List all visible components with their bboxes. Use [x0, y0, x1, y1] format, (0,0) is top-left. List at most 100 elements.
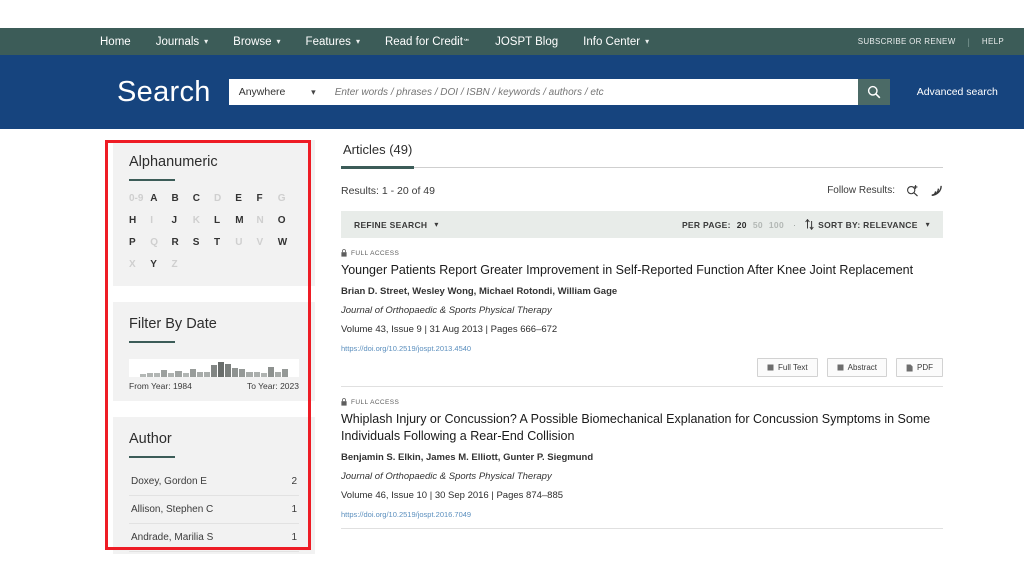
results-summary-row: Results: 1 - 20 of 49 Follow Results:	[341, 184, 943, 197]
alpha-link-y[interactable]: Y	[150, 259, 171, 270]
article-title-link[interactable]: Younger Patients Report Greater Improvem…	[341, 262, 943, 279]
facet-author: Author Doxey, Gordon E 2 Allison, Stephe…	[113, 417, 315, 576]
refine-options: PER PAGE: 20 50 100 · SORT BY: RELEVANCE	[682, 219, 930, 230]
date-slider-handle-left[interactable]	[129, 359, 139, 377]
search-submit-button[interactable]	[857, 79, 890, 105]
lock-icon	[341, 398, 347, 406]
nav-item-features[interactable]: Features ▾	[306, 36, 360, 48]
abstract-button[interactable]: Abstract	[826, 358, 887, 377]
author-count: 1	[291, 504, 297, 515]
date-histogram-bar	[281, 368, 288, 377]
article-doi-link[interactable]: https://doi.org/10.2519/jospt.2013.4540	[341, 344, 943, 353]
nav-item-label: Browse	[233, 35, 272, 48]
full-text-button[interactable]: Full Text	[757, 358, 818, 377]
author-name: Doxey, Gordon E	[131, 476, 207, 487]
subscribe-or-renew-link[interactable]: SUBSCRIBE OR RENEW	[858, 37, 956, 46]
nav-item-read-for-credit[interactable]: Read for Credit ℠	[385, 36, 470, 48]
facet-title: Filter By Date	[129, 316, 217, 332]
alpha-link-x: X	[129, 259, 136, 270]
save-search-icon[interactable]	[906, 184, 919, 197]
chevron-down-icon: ▾	[276, 37, 281, 46]
alpha-link-j[interactable]: J	[172, 215, 193, 226]
nav-item-browse[interactable]: Browse ▾	[233, 36, 280, 48]
article-title-link[interactable]: Whiplash Injury or Concussion? A Possibl…	[341, 411, 943, 445]
rss-feed-icon[interactable]	[930, 184, 943, 197]
alphanumeric-grid: 0-9 A B C D E F G H I J K L M N O P Q R …	[129, 191, 299, 276]
date-histogram-bar	[253, 372, 260, 377]
tab-articles[interactable]: Articles (49)	[341, 139, 415, 169]
alpha-link-c[interactable]: C	[193, 193, 214, 204]
refine-search-toggle[interactable]: REFINE SEARCH ▾	[354, 220, 439, 230]
nav-item-label: JOSPT Blog	[495, 35, 559, 48]
date-histogram-bar	[154, 373, 161, 377]
chevron-down-icon: ▾	[925, 220, 930, 229]
pdf-button[interactable]: PDF	[896, 358, 943, 377]
alpha-link-t[interactable]: T	[214, 237, 235, 248]
per-page-option-50[interactable]: 50	[753, 220, 763, 230]
article-journal-name: Journal of Orthopaedic & Sports Physical…	[341, 305, 552, 316]
date-histogram-bar	[182, 373, 189, 377]
advanced-search-link[interactable]: Advanced search	[917, 86, 998, 98]
alpha-link-p[interactable]: P	[129, 237, 150, 248]
alpha-link-w[interactable]: W	[278, 237, 299, 248]
chevron-down-icon: ▾	[204, 37, 209, 46]
search-scope-select[interactable]: Anywhere ▾	[228, 79, 324, 105]
search-input[interactable]	[324, 79, 858, 105]
nav-item-jospt-blog[interactable]: JOSPT Blog	[495, 36, 558, 48]
alpha-link-g: G	[277, 193, 286, 204]
chevron-down-icon: ▾	[311, 86, 316, 97]
facet-underline	[129, 456, 175, 458]
date-range-slider[interactable]: From Year: 1984 To Year: 2023	[129, 353, 299, 391]
follow-results-label: Follow Results:	[827, 185, 895, 196]
sort-by-control[interactable]: SORT BY: RELEVANCE ▾	[805, 219, 930, 230]
top-navigation-bar: Home Journals ▾ Browse ▾ Features ▾ Read…	[0, 28, 1024, 55]
nav-item-label: Journals	[155, 35, 200, 48]
alpha-link-a[interactable]: A	[150, 193, 171, 204]
nav-item-label: Home	[100, 35, 131, 48]
pdf-icon	[906, 364, 913, 371]
results-tabs: Articles (49)	[341, 139, 943, 169]
alpha-link-b[interactable]: B	[172, 193, 193, 204]
per-page-option-20[interactable]: 20	[737, 220, 747, 230]
article-result-item: FULL ACCESS Whiplash Injury or Concussio…	[341, 387, 943, 529]
date-slider-handle-right[interactable]	[288, 359, 299, 377]
search-band: Search Anywhere ▾ Advanced search	[0, 55, 1024, 129]
sort-arrows-icon	[805, 219, 814, 230]
date-histogram-bar	[203, 371, 210, 377]
search-scope-value: Anywhere	[238, 86, 286, 98]
article-doi-link[interactable]: https://doi.org/10.2519/jospt.2016.7049	[341, 510, 943, 519]
alpha-link-u: U	[235, 237, 243, 248]
page-title: Search	[117, 75, 211, 108]
date-histogram[interactable]	[129, 359, 299, 377]
alpha-link-h[interactable]: H	[129, 215, 150, 226]
letterbox-top	[0, 0, 1024, 28]
refine-search-label: REFINE SEARCH	[354, 219, 428, 230]
chevron-down-icon: ▾	[434, 220, 439, 229]
alpha-link-o[interactable]: O	[278, 215, 299, 226]
alpha-link-s[interactable]: S	[193, 237, 214, 248]
facets-sidebar: Alphanumeric 0-9 A B C D E F G H I J K L	[113, 140, 315, 576]
date-histogram-bar	[260, 373, 267, 377]
alpha-link-m[interactable]: M	[235, 215, 256, 226]
author-facet-row[interactable]: Allison, Stephen C 1	[129, 496, 299, 524]
nav-item-info-center[interactable]: Info Center ▾	[583, 36, 649, 48]
nav-item-journals[interactable]: Journals ▾	[156, 36, 208, 48]
alpha-link-k: K	[192, 215, 200, 226]
per-page-option-100[interactable]: 100	[769, 220, 784, 230]
date-histogram-bar	[274, 371, 281, 377]
alpha-link-e[interactable]: E	[235, 193, 256, 204]
alpha-link-r[interactable]: R	[172, 237, 193, 248]
access-badge: FULL ACCESS	[341, 249, 943, 257]
facet-filter-by-date: Filter By Date From Year: 1984 To Year:	[113, 302, 315, 401]
alpha-link-z: Z	[171, 259, 178, 270]
alpha-link-d: D	[214, 193, 222, 204]
nav-item-home[interactable]: Home	[100, 36, 131, 48]
alpha-link-f[interactable]: F	[257, 193, 278, 204]
author-facet-row[interactable]: Doxey, Gordon E 2	[129, 468, 299, 496]
results-column: Articles (49) Results: 1 - 20 of 49 Foll…	[341, 139, 943, 529]
author-facet-row[interactable]: Andrade, Marilia S 1	[129, 524, 299, 552]
nav-item-label: Read for Credit	[384, 35, 463, 48]
help-link[interactable]: HELP	[982, 37, 1004, 46]
alpha-link-l[interactable]: L	[214, 215, 235, 226]
date-histogram-bar	[225, 364, 232, 377]
